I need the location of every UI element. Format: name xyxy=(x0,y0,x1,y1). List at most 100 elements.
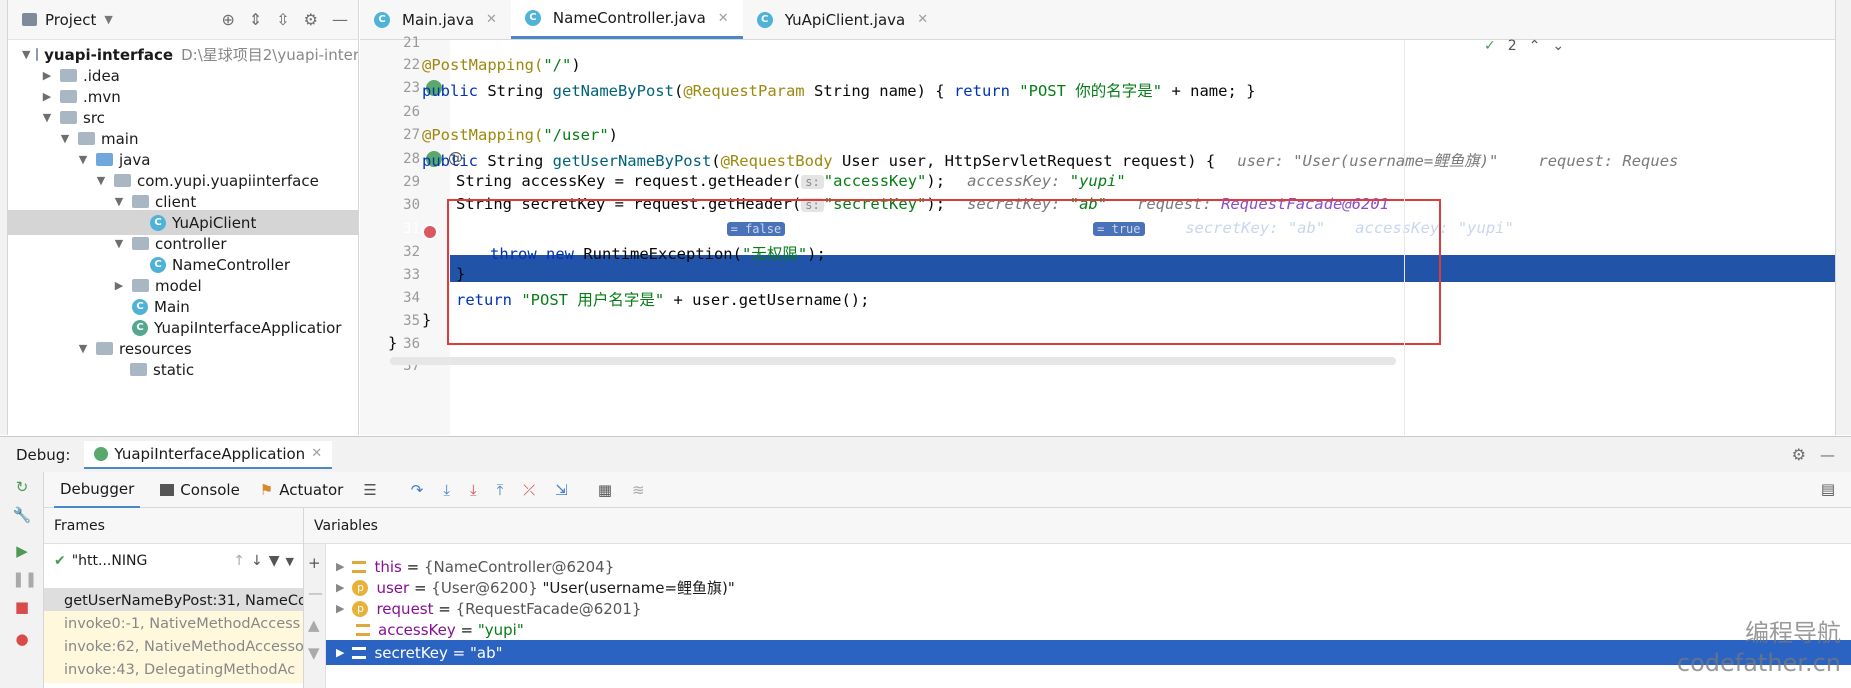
locate-icon[interactable]: ⊕ xyxy=(221,10,234,29)
line-number: 30 xyxy=(403,197,420,213)
watermark: 编程导航 codefather.cn xyxy=(1677,618,1841,678)
remove-watch-icon[interactable]: — xyxy=(308,584,323,602)
tab-actuator[interactable]: ⚑ Actuator xyxy=(260,481,344,499)
parameter-icon: p xyxy=(352,579,369,596)
rerun-icon[interactable]: ↻ xyxy=(12,478,32,498)
variable-eq: = xyxy=(455,620,478,639)
line-number: 23 xyxy=(403,80,420,96)
chevron-right-icon[interactable]: ▶ xyxy=(40,69,54,82)
close-icon[interactable]: ✕ xyxy=(917,12,928,27)
trace-icon[interactable]: ≋ xyxy=(632,481,645,499)
pause-icon[interactable]: ❚❚ xyxy=(12,570,37,590)
inspection-widget[interactable]: ✓ 2 ⌃ ⌄ xyxy=(1484,38,1564,54)
arrow-down-icon[interactable]: ↓ xyxy=(251,553,263,569)
menu-icon[interactable]: ☰ xyxy=(363,481,376,499)
minimize-icon[interactable]: — xyxy=(1820,446,1835,464)
project-panel-title[interactable]: Project xyxy=(45,11,96,29)
chevron-up-icon[interactable]: ⌃ xyxy=(1529,38,1541,54)
thread-selector[interactable]: ✔ "htt...NING ↑ ↓ ▼ ▼ xyxy=(44,544,303,578)
tree-item-label: controller xyxy=(155,234,227,253)
move-up-icon[interactable]: ▲ xyxy=(308,616,320,634)
tab-debugger[interactable]: Debugger xyxy=(54,472,141,509)
variable-row-selected[interactable]: ▶ secretKey = "ab" xyxy=(326,640,1851,665)
resume-icon[interactable]: ▶ xyxy=(12,542,32,562)
chevron-down-icon[interactable]: ▼ xyxy=(76,153,90,166)
check-icon: ✓ xyxy=(1484,38,1496,54)
debug-config-tab[interactable]: YuapiInterfaceApplication ✕ xyxy=(84,440,333,469)
chevron-right-icon[interactable]: ▶ xyxy=(336,646,344,659)
tab-console[interactable]: Console xyxy=(160,481,240,499)
tree-item-label: com.yupi.yuapiinterface xyxy=(137,171,319,190)
chevron-right-icon[interactable]: ▶ xyxy=(336,560,344,573)
chevron-down-icon[interactable]: ▼ xyxy=(94,174,108,187)
breakpoint-icon[interactable] xyxy=(422,224,438,240)
variable-string: "User(username=鲤鱼旗)" xyxy=(542,579,735,597)
move-down-icon[interactable]: ▼ xyxy=(308,644,320,662)
collapse-all-icon[interactable]: ⇳ xyxy=(276,10,289,29)
line-number: 34 xyxy=(403,290,420,306)
step-out-icon[interactable]: ⤒ xyxy=(497,481,504,499)
thread-label: "htt...NING xyxy=(71,553,148,569)
tree-item-static[interactable]: static xyxy=(8,357,358,382)
chevron-down-icon[interactable]: ▼ xyxy=(58,132,72,145)
class-icon: C xyxy=(132,298,148,315)
step-into-icon[interactable]: ⤓ xyxy=(443,481,450,499)
gear-icon[interactable]: ⚙ xyxy=(304,10,318,29)
close-icon[interactable]: ✕ xyxy=(486,12,497,27)
chevron-down-icon[interactable]: ▼ xyxy=(22,48,30,61)
chevron-down-icon[interactable]: ▼ xyxy=(286,555,294,568)
method-name: getUserNameByPost xyxy=(552,152,712,170)
close-icon[interactable]: ✕ xyxy=(311,446,322,461)
tab-main-java[interactable]: C Main.java ✕ xyxy=(360,0,511,39)
layout-icon[interactable]: ▤ xyxy=(1821,480,1835,498)
folder-icon xyxy=(60,111,77,124)
package-icon xyxy=(132,195,149,208)
line-number: 27 xyxy=(403,127,420,143)
highlight-annotation-box xyxy=(447,199,1441,345)
view-breakpoints-icon[interactable]: ● xyxy=(12,630,32,650)
chevron-down-icon[interactable]: ▼ xyxy=(40,111,54,124)
code-editor: C Main.java ✕ C NameController.java ✕ C … xyxy=(360,0,1851,435)
line-number: 32 xyxy=(403,244,420,260)
tab-namecontroller-java[interactable]: C NameController.java ✕ xyxy=(510,0,743,39)
chevron-right-icon[interactable]: ▶ xyxy=(336,602,344,615)
class-icon: C xyxy=(150,256,166,273)
minimize-icon[interactable]: — xyxy=(332,10,348,29)
chevron-down-icon[interactable]: ▼ xyxy=(76,342,90,355)
actuator-icon: ⚑ xyxy=(259,481,274,499)
expand-all-icon[interactable]: ⇕ xyxy=(249,10,262,29)
evaluate-icon[interactable]: ▦ xyxy=(598,481,612,499)
force-step-into-icon[interactable]: ⤓ xyxy=(470,481,477,499)
close-icon[interactable]: ✕ xyxy=(718,11,729,26)
chevron-down-icon[interactable]: ▼ xyxy=(112,195,126,208)
line-number: 31 xyxy=(403,221,420,237)
line-number: 21 xyxy=(403,35,420,51)
chevron-right-icon[interactable]: ▶ xyxy=(336,581,344,594)
filter-icon[interactable]: ▼ xyxy=(269,553,280,569)
horizontal-scrollbar[interactable] xyxy=(390,357,1396,365)
add-watch-icon[interactable]: + xyxy=(308,554,321,572)
chevron-right-icon[interactable]: ▶ xyxy=(112,279,126,292)
tab-yuapiclient-java[interactable]: C YuApiClient.java ✕ xyxy=(743,0,942,39)
step-over-icon[interactable]: ↷ xyxy=(411,481,424,499)
chevron-down-icon[interactable]: ⌄ xyxy=(1552,38,1564,54)
chevron-down-icon[interactable]: ▼ xyxy=(112,237,126,250)
chevron-right-icon[interactable]: ▶ xyxy=(40,90,54,103)
variable-row[interactable]: accessKey = "yupi" xyxy=(356,617,524,642)
inline-debug-value: user: "User(username=鲤鱼旗)" xyxy=(1237,152,1499,170)
gear-icon[interactable]: ⚙ xyxy=(1792,445,1806,464)
variable-string: "ab" xyxy=(470,643,503,662)
chevron-down-icon[interactable]: ▼ xyxy=(104,13,112,26)
frame-item[interactable]: invoke:43, DelegatingMethodAc xyxy=(44,657,303,683)
annotation: @RequestParam xyxy=(683,82,805,100)
tree-item-label: yuapi-interface xyxy=(44,45,174,64)
field-icon xyxy=(352,646,367,659)
wrench-icon[interactable]: 🔧 xyxy=(12,506,32,526)
code-text: + name; } xyxy=(1162,82,1256,100)
tree-item-path: D:\星球项目2\yuapi-inter xyxy=(181,46,359,64)
right-margin-guide xyxy=(1404,40,1405,435)
arrow-up-icon[interactable]: ↑ xyxy=(233,553,245,569)
stop-icon[interactable]: ■ xyxy=(12,598,32,618)
drop-frame-icon[interactable]: ⤫ xyxy=(523,481,535,499)
run-to-cursor-icon[interactable]: ⇲ xyxy=(555,481,568,499)
